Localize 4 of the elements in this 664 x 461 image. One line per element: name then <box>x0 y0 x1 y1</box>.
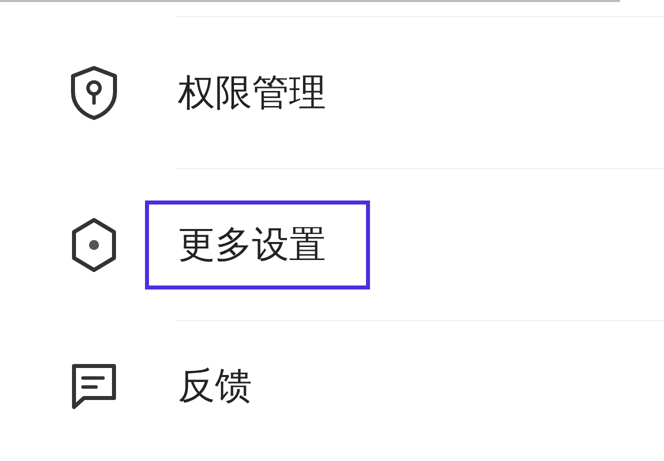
shield-icon <box>68 64 120 120</box>
menu-item-label[interactable]: 权限管理 <box>178 68 326 118</box>
menu-item-label[interactable]: 更多设置 <box>178 220 326 270</box>
menu-item-label[interactable]: 反馈 <box>178 361 252 411</box>
